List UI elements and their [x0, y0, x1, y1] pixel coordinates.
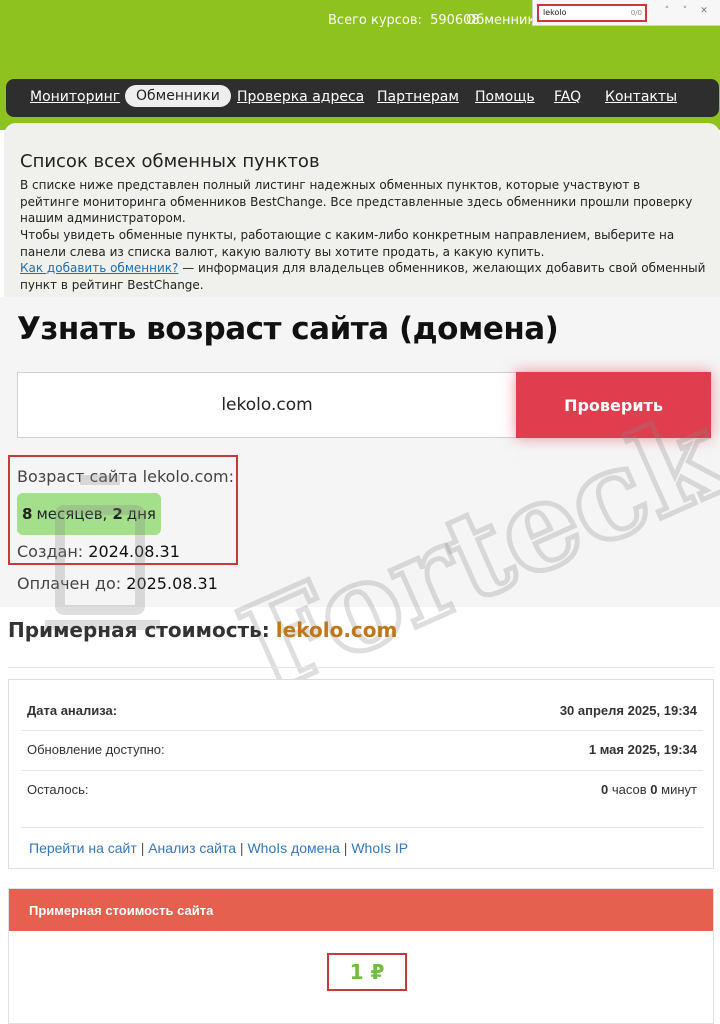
price-value: 1 ₽	[327, 953, 407, 991]
site-links: Перейти на сайт | Анализ сайта | WhoIs д…	[29, 840, 408, 856]
exchangers-description: Список всех обменных пунктов В списке ни…	[4, 123, 720, 297]
created-value: 2024.08.31	[88, 542, 180, 561]
nav-item-partners[interactable]: Партнерам	[377, 89, 459, 105]
row-divider	[21, 827, 703, 828]
paid-until-row: Оплачен до: 2025.08.31	[17, 574, 218, 593]
paid-until-label: Оплачен до:	[17, 574, 122, 593]
whois-domain-link[interactable]: WhoIs домена	[247, 840, 339, 856]
price-header: Примерная стоимость сайта	[9, 889, 713, 931]
analysis-date-value: 30 апреля 2025, 19:34	[559, 703, 697, 718]
whois-ip-link[interactable]: WhoIs IP	[351, 840, 408, 856]
row-divider	[21, 730, 703, 731]
cost-title-domain: lekolo.com	[275, 618, 398, 642]
link-separator: |	[140, 840, 145, 856]
exchangers-title: Список всех обменных пунктов	[20, 151, 320, 172]
add-exchanger-link[interactable]: Как добавить обменник?	[20, 261, 178, 275]
price-box: Примерная стоимость сайта 1 ₽	[8, 888, 714, 1024]
age-months-word: месяцев,	[36, 505, 108, 523]
age-months-number: 8	[22, 505, 33, 523]
update-available-row: Обновление доступно: 1 мая 2025, 19:34	[27, 742, 697, 782]
nav-item-faq[interactable]: FAQ	[554, 89, 581, 105]
remaining-label: Осталось:	[27, 782, 89, 797]
find-bar: lekolo 0/0 ˄ ˅ ✕	[532, 0, 720, 26]
age-days-word: дня	[126, 505, 156, 523]
check-button[interactable]: Проверить	[516, 372, 711, 438]
remaining-row: Осталось: 0 часов 0 минут	[27, 782, 697, 822]
remaining-hours-unit: часов	[611, 782, 647, 797]
find-count: 0/0	[630, 9, 642, 17]
created-row: Создан: 2024.08.31	[17, 542, 180, 561]
nav-item-monitoring[interactable]: Мониторинг	[30, 89, 120, 105]
age-badge: 8 месяцев, 2 дня	[17, 493, 161, 535]
remaining-minutes-unit: минут	[661, 782, 697, 797]
nav-item-address-check[interactable]: Проверка адреса	[237, 89, 364, 105]
domain-input[interactable]: lekolo.com	[17, 372, 517, 438]
divider	[8, 667, 714, 668]
description-paragraph-3: Как добавить обменник? — информация для …	[20, 260, 710, 293]
find-input[interactable]: lekolo 0/0	[537, 4, 647, 22]
visit-site-link[interactable]: Перейти на сайт	[29, 840, 137, 856]
nav-item-contacts[interactable]: Контакты	[605, 89, 677, 105]
created-label: Создан:	[17, 542, 84, 561]
row-divider	[21, 770, 703, 771]
update-available-value: 1 мая 2025, 19:34	[588, 742, 697, 757]
find-next-icon[interactable]: ˅	[679, 6, 691, 16]
link-separator: |	[343, 840, 348, 856]
nav-item-exchangers[interactable]: Обменники	[125, 85, 231, 107]
link-separator: |	[239, 840, 244, 856]
find-prev-icon[interactable]: ˄	[661, 6, 673, 16]
analysis-date-row: Дата анализа: 30 апреля 2025, 19:34	[27, 703, 697, 743]
age-days-number: 2	[112, 505, 123, 523]
description-paragraph-1: В списке ниже представлен полный листинг…	[20, 178, 693, 225]
cost-title-label: Примерная стоимость:	[8, 618, 270, 642]
courses-label: Всего курсов:	[328, 13, 422, 28]
site-analysis-link[interactable]: Анализ сайта	[148, 840, 236, 856]
analysis-info-box: Дата анализа: 30 апреля 2025, 19:34 Обно…	[8, 679, 714, 869]
paid-until-value: 2025.08.31	[126, 574, 218, 593]
description-paragraph-2: Чтобы увидеть обменные пункты, работающи…	[20, 228, 675, 259]
remaining-hours: 0	[601, 782, 609, 797]
analysis-date-label: Дата анализа:	[27, 703, 118, 718]
main-nav: Мониторинг Обменники Проверка адреса Пар…	[6, 79, 719, 117]
courses-counter: Всего курсов: 590608	[328, 13, 480, 28]
remaining-minutes: 0	[650, 782, 658, 797]
remaining-value: 0 часов 0 минут	[601, 782, 697, 797]
age-label: Возраст сайта lekolo.com:	[17, 467, 235, 486]
find-close-icon[interactable]: ✕	[698, 6, 710, 16]
domain-age-section: Узнать возраст сайта (домена) lekolo.com…	[0, 297, 720, 607]
domain-age-title: Узнать возраст сайта (домена)	[17, 311, 559, 347]
update-available-label: Обновление доступно:	[27, 742, 165, 757]
nav-item-help[interactable]: Помощь	[475, 89, 535, 105]
cost-title: Примерная стоимость: lekolo.com	[8, 618, 397, 642]
find-query: lekolo	[543, 8, 567, 17]
